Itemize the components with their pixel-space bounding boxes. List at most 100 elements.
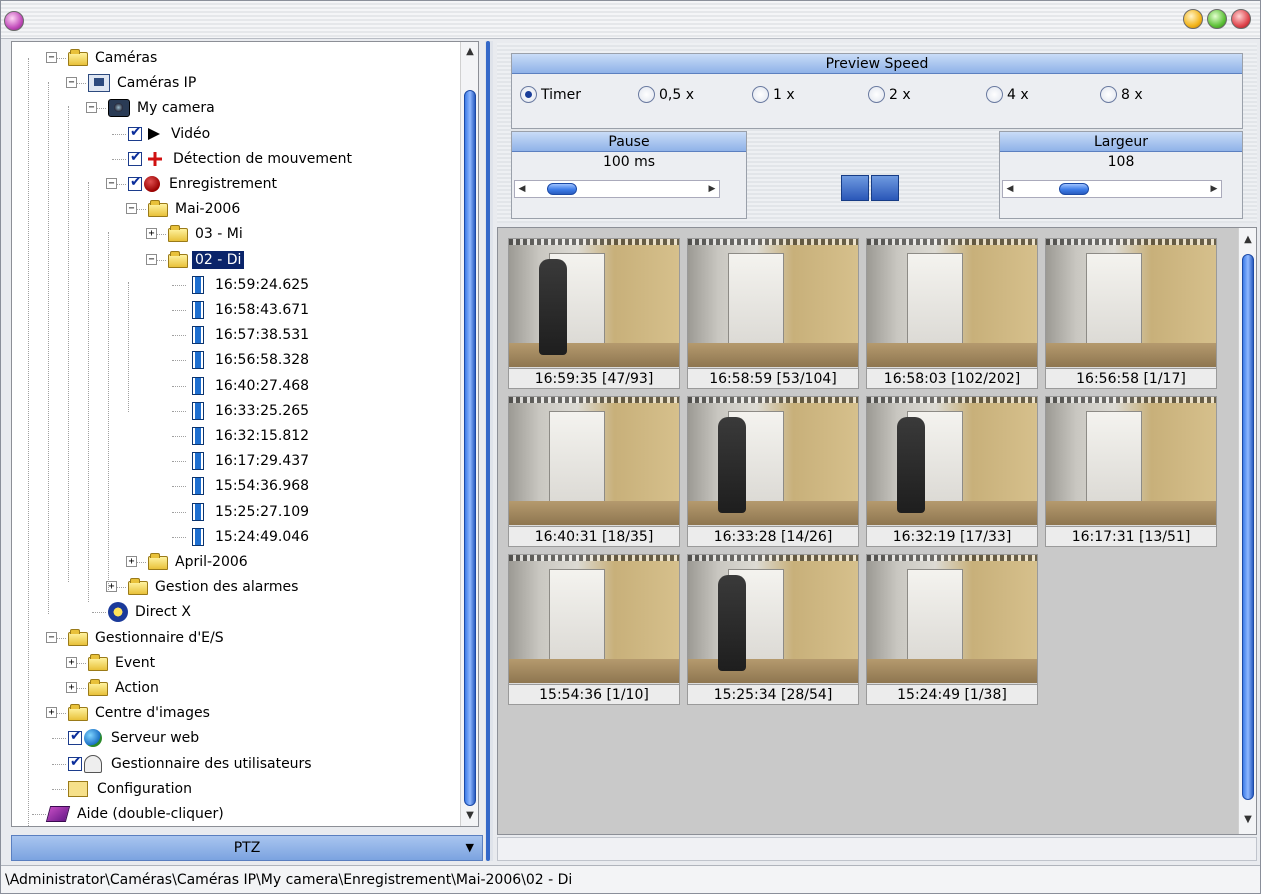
motion-detection-icon[interactable] [871,175,899,201]
scroll-down-arrow-icon[interactable]: ▼ [1240,812,1256,828]
recording-thumbnail[interactable]: 16:58:03 [102/202] [866,238,1038,389]
tree-node[interactable]: 15:24:49.046 [188,525,312,549]
refresh-icon[interactable] [841,175,869,201]
radio-icon[interactable] [638,86,655,103]
scroll-down-arrow-icon[interactable]: ▼ [462,808,478,824]
tree-node[interactable]: Caméras IP [88,71,199,95]
tree-node[interactable]: 16:58:43.671 [188,298,312,322]
recording-thumbnail[interactable]: 16:32:19 [17/33] [866,396,1038,547]
close-button[interactable] [1231,9,1251,29]
expand-icon[interactable]: + [126,556,137,567]
radio-icon[interactable] [752,86,769,103]
panel-splitter[interactable] [485,41,493,861]
pause-slider-thumb[interactable] [547,183,577,195]
recording-thumbnail[interactable]: 16:33:28 [14/26] [687,396,859,547]
thumbnail-caption: 15:25:34 [28/54] [688,684,858,704]
collapse-icon[interactable]: − [46,52,57,63]
collapse-icon[interactable]: − [86,102,97,114]
tree-node[interactable]: Détection de mouvement [128,147,355,171]
tree-node[interactable]: Direct X [108,600,194,624]
tree-node[interactable]: My camera [108,96,218,120]
tree-node[interactable]: Serveur web [68,726,202,750]
tree-node[interactable]: Event [88,651,158,675]
checkbox-icon[interactable] [68,728,82,746]
scroll-up-arrow-icon[interactable]: ▲ [462,44,478,60]
tree-node[interactable]: Gestionnaire d'E/S [68,626,227,650]
chevron-down-icon[interactable]: ▼ [466,836,474,860]
expand-icon[interactable]: + [46,707,57,719]
tree-node[interactable]: 16:56:58.328 [188,348,312,372]
tree-node[interactable]: 16:17:29.437 [188,449,312,473]
tree-scroll-thumb[interactable] [464,90,476,806]
tree-node-label: Serveur web [111,730,200,747]
speed-option[interactable]: 4 x [986,86,1029,103]
collapse-icon[interactable]: − [146,253,157,265]
collapse-icon[interactable]: − [106,178,117,189]
tree-node[interactable]: Caméras [68,46,160,70]
minimize-button[interactable] [1183,9,1203,29]
checkbox-icon[interactable] [128,149,142,166]
tree-scrollbar[interactable]: ▲ ▼ [460,42,478,826]
tree-node[interactable]: Aide (double-cliquer) [45,802,227,826]
tree-node[interactable]: 03 - Mi [168,222,246,246]
thumbnail-image [688,239,858,367]
recording-thumbnail[interactable]: 16:59:35 [47/93] [508,238,680,389]
recording-thumbnail[interactable]: 16:56:58 [1/17] [1045,238,1217,389]
speed-option[interactable]: 2 x [868,86,911,103]
recording-thumbnail[interactable]: 15:54:36 [1/10] [508,554,680,705]
window-menu-button[interactable] [4,11,24,31]
checkbox-icon[interactable] [128,174,142,191]
speed-option[interactable]: Timer [520,86,581,103]
expand-icon[interactable]: + [66,656,77,668]
expand-icon[interactable]: + [66,682,77,693]
collapse-icon[interactable]: − [66,77,77,89]
tree-node[interactable]: 02 - Di [168,248,245,272]
tree-node[interactable]: April-2006 [148,550,251,574]
radio-icon[interactable] [986,86,1003,103]
tree-node[interactable]: Centre d'images [68,701,213,725]
radio-icon[interactable] [868,86,885,103]
tree-node[interactable]: Enregistrement [128,172,280,196]
tree-node[interactable]: Gestionnaire des utilisateurs [68,752,315,776]
speed-option[interactable]: 1 x [752,86,795,103]
slider-right-arrow-icon[interactable]: ▶ [1207,181,1221,197]
checkbox-icon[interactable] [128,124,142,141]
tree-node[interactable]: 16:33:25.265 [188,399,312,423]
slider-left-arrow-icon[interactable]: ◀ [1003,181,1017,197]
maximize-button[interactable] [1207,9,1227,29]
recording-thumbnail[interactable]: 15:25:34 [28/54] [687,554,859,705]
slider-right-arrow-icon[interactable]: ▶ [705,181,719,197]
pause-slider[interactable]: ◀ ▶ [514,180,720,198]
tree-node[interactable]: 15:54:36.968 [188,474,312,498]
tree-node-label: Aide (double-cliquer) [77,806,224,822]
tree-node[interactable]: Action [88,676,162,700]
collapse-icon[interactable]: − [46,631,57,643]
tree-node[interactable]: 16:40:27.468 [188,374,312,398]
recording-thumbnail[interactable]: 16:58:59 [53/104] [687,238,859,389]
speed-option[interactable]: 8 x [1100,86,1143,103]
recording-thumbnail[interactable]: 16:40:31 [18/35] [508,396,680,547]
gallery-scroll-thumb[interactable] [1242,254,1254,800]
tree-node[interactable]: 16:59:24.625 [188,273,312,297]
radio-icon[interactable] [520,86,537,103]
speed-option[interactable]: 0,5 x [638,86,694,103]
recording-thumbnail[interactable]: 16:17:31 [13/51] [1045,396,1217,547]
largeur-slider-thumb[interactable] [1059,183,1089,195]
ptz-panel-header[interactable]: PTZ ▼ [11,835,483,861]
tree-node[interactable]: Mai-2006 [148,197,243,221]
scroll-up-arrow-icon[interactable]: ▲ [1240,232,1256,248]
tree-node[interactable]: 16:32:15.812 [188,424,312,448]
slider-left-arrow-icon[interactable]: ◀ [515,181,529,197]
collapse-icon[interactable]: − [126,203,137,215]
tree-node[interactable]: Configuration [68,777,195,801]
recording-thumbnail[interactable]: 15:24:49 [1/38] [866,554,1038,705]
gallery-scrollbar[interactable]: ▲ ▼ [1238,228,1256,834]
tree-node[interactable]: Gestion des alarmes [128,575,301,599]
expand-icon[interactable]: + [146,228,157,240]
tree-node[interactable]: Vidéo [128,122,213,146]
tree-node[interactable]: 15:25:27.109 [188,500,312,524]
checkbox-icon[interactable] [68,754,82,771]
tree-node[interactable]: 16:57:38.531 [188,323,312,347]
largeur-slider[interactable]: ◀ ▶ [1002,180,1222,198]
radio-icon[interactable] [1100,86,1117,103]
